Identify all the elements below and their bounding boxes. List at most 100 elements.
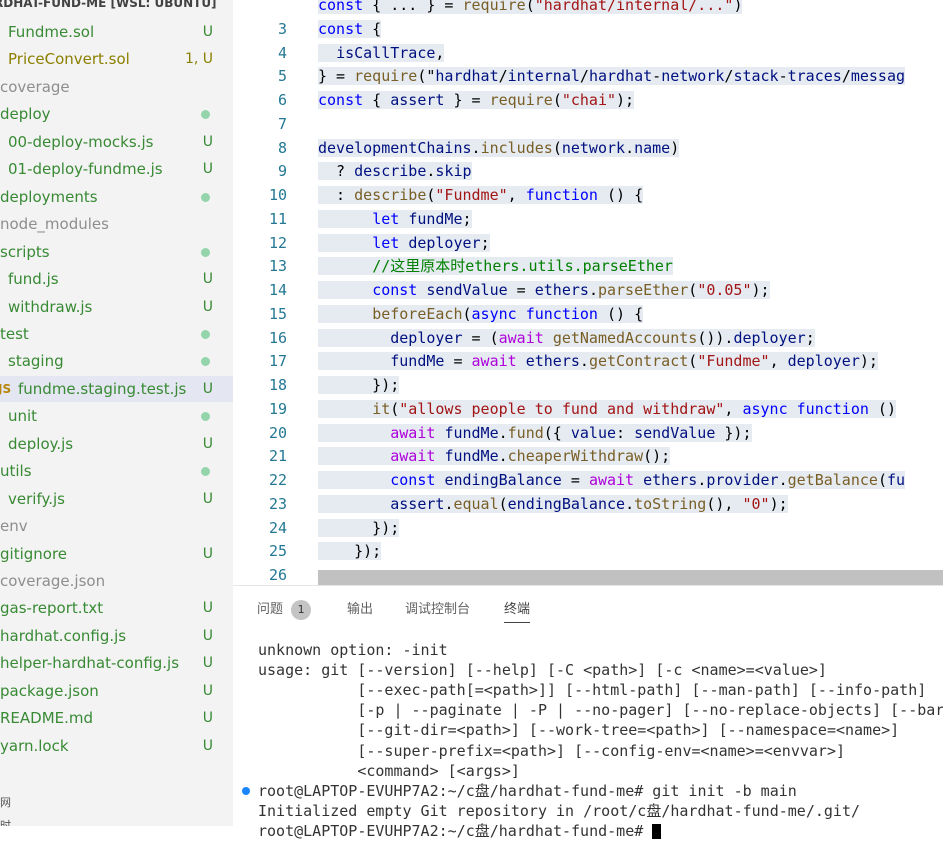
tab-output[interactable]: 输出 (347, 600, 373, 620)
tree-item[interactable]: gas-report.txt U (0, 595, 233, 621)
line-number: 12 (268, 233, 287, 252)
code-line[interactable]: let deployer; (318, 231, 490, 255)
tree-item[interactable]: test (0, 321, 233, 347)
git-status-badge: U (202, 435, 213, 452)
code-line[interactable]: let fundMe; (318, 207, 472, 231)
code-line[interactable]: }); (318, 373, 400, 397)
tree-item[interactable]: coverage.json (0, 568, 233, 594)
tree-item[interactable]: deploy.js U (0, 431, 233, 457)
tree-item-label: 00-deploy-mocks.js (8, 132, 154, 151)
tree-item[interactable]: helper-hardhat-config.js U (0, 650, 233, 676)
code-line[interactable]: it("allows people to fund and withdraw",… (318, 397, 896, 421)
code-line[interactable]: //这里原本时ethers.utils.parseEther (318, 254, 673, 278)
code-line[interactable]: await fundMe.cheaperWithdraw(); (318, 444, 671, 468)
bottom-panel: 问题 1 输出 调试控制台 终端 unknown option: -init us… (233, 585, 943, 840)
tree-item[interactable]: scripts (0, 239, 233, 265)
tree-item-label: staging (8, 352, 64, 371)
terminal-line: unknown option: -init (258, 641, 448, 659)
explorer-sidebar: RDHAT-FUND-ME [WSL: UBUNTU] Fundme.sol U P… (0, 0, 233, 826)
tree-item[interactable]: coverage (0, 74, 233, 100)
line-number: 20 (268, 423, 287, 442)
tree-item[interactable]: env (0, 513, 233, 539)
tree-item[interactable]: 01-deploy-fundme.js U (0, 156, 233, 182)
tree-item-label: fund.js (8, 270, 59, 289)
modified-dot-icon (201, 247, 210, 257)
modified-dot-icon (201, 357, 210, 367)
horizontal-scrollbar[interactable] (318, 570, 943, 585)
terminal-line: [--exec-path[=<path>]] [--html-path] [--… (258, 681, 927, 700)
code-line[interactable]: developmentChains.includes(network.name) (318, 136, 680, 160)
code-line[interactable]: fundMe = await ethers.getContract("Fundm… (318, 349, 878, 373)
tab-terminal[interactable]: 终端 (504, 600, 531, 623)
tree-item-label: utils (0, 462, 32, 481)
tree-item[interactable]: unit (0, 403, 233, 429)
tree-item-label: PriceConvert.sol (8, 50, 130, 69)
git-status-badge: U (202, 627, 213, 644)
line-number: 18 (268, 376, 287, 394)
git-status-badge: U (202, 133, 213, 150)
tree-item[interactable]: README.md U (0, 705, 233, 731)
tree-item[interactable]: hardhat.config.js U (0, 623, 233, 649)
code-line[interactable]: }); (318, 516, 400, 540)
git-status-badge: U (202, 545, 213, 562)
sidebar-footer-label-1: 网 (0, 796, 11, 809)
tree-item[interactable]: gitignore U (0, 541, 233, 567)
command-decoration-icon[interactable] (242, 786, 250, 795)
line-number: 13 (268, 257, 287, 276)
terminal-line: root@LAPTOP-EVUHP7A2:~/c盘/hardhat-fund-m… (258, 821, 662, 841)
tree-item-label: withdraw.js (8, 297, 93, 316)
code-line[interactable]: : describe("Fundme", function () { (318, 183, 644, 207)
modified-dot-icon (201, 329, 210, 339)
code-editor[interactable]: const { ... } = require("hardhat/interna… (233, 0, 943, 585)
tree-item-label: unit (8, 407, 38, 426)
tree-item-label: coverage (0, 77, 70, 96)
git-status-badge: U (202, 655, 213, 672)
tree-item[interactable]: 00-deploy-mocks.js U (0, 129, 233, 155)
tree-item[interactable]: yarn.lock U (0, 733, 233, 759)
git-status-badge: U (202, 271, 213, 288)
git-status-badge: U (202, 490, 213, 507)
code-line[interactable]: }); (318, 539, 382, 563)
tree-item[interactable]: deployments (0, 184, 233, 210)
terminal-line: [-p | --paginate | -P | --no-pager] [--n… (258, 701, 943, 720)
tree-item[interactable]: JS fundme.staging.test.js U (0, 375, 233, 402)
git-status-badge: U (202, 161, 213, 178)
tree-item-label: node_modules (0, 215, 109, 234)
code-line[interactable]: deployer = (await getNamedAccounts()).de… (318, 326, 815, 350)
problems-count-badge: 1 (291, 600, 312, 620)
line-number: 17 (268, 352, 287, 371)
tab-debug-console[interactable]: 调试控制台 (405, 600, 470, 620)
tree-item[interactable]: Fundme.sol U (0, 19, 233, 45)
code-line[interactable]: isCallTrace, (318, 41, 445, 65)
git-status-badge: U (202, 737, 213, 754)
code-line[interactable]: const endingBalance = await ethers.provi… (318, 468, 906, 492)
modified-dot-icon (201, 412, 210, 422)
tree-item[interactable]: verify.js U (0, 486, 233, 512)
tree-item[interactable]: withdraw.js U (0, 294, 233, 320)
line-number: 8 (277, 138, 287, 157)
git-status-badge: U (202, 682, 213, 699)
sidebar-footer-label-2: 时 (0, 819, 11, 826)
code-line[interactable]: const { ... } = require("hardhat/interna… (318, 0, 743, 17)
tree-item[interactable]: fund.js U (0, 266, 233, 292)
tree-item[interactable]: PriceConvert.sol 1, U (0, 46, 233, 72)
line-number: 16 (268, 328, 287, 347)
tree-item[interactable]: deploy (0, 101, 233, 127)
tree-item[interactable]: utils (0, 458, 233, 484)
line-number: 5 (277, 67, 287, 86)
tree-item[interactable]: package.json U (0, 678, 233, 704)
code-line[interactable]: assert.equal(endingBalance.toString(), "… (318, 492, 788, 516)
code-line[interactable]: const { assert } = require("chai"); (318, 88, 635, 112)
code-line[interactable]: const sendValue = ethers.parseEther("0.0… (318, 278, 770, 302)
tree-item[interactable]: node_modules (0, 211, 233, 237)
tab-problems[interactable]: 问题 1 (257, 600, 312, 620)
code-line[interactable]: } = require("hardhat/internal/hardhat-ne… (318, 64, 906, 88)
code-line[interactable]: await fundMe.fund({ value: sendValue }); (318, 421, 752, 445)
code-line[interactable]: ? describe.skip (318, 159, 472, 183)
tree-item[interactable]: staging (0, 348, 233, 374)
line-number: 14 (268, 281, 287, 299)
terminal-line: usage: git [--version] [--help] [-C <pat… (258, 661, 827, 680)
line-number: 3 (277, 19, 287, 38)
code-line[interactable]: beforeEach(async function () { (318, 302, 644, 326)
code-line[interactable]: const { (318, 17, 382, 41)
